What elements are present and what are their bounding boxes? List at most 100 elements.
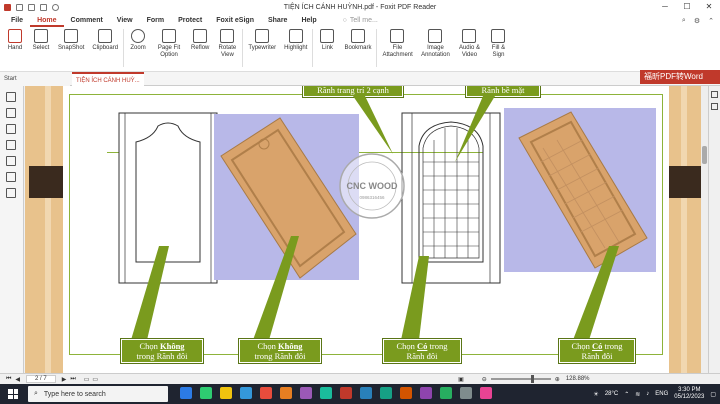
caption-4: Chọn Có trong Rãnh đôi [558,338,636,364]
document-tab-bar: Start TIỆN ÍCH CÁNH HUỲ... [0,72,720,86]
prev-page-icon[interactable]: ◀ [15,376,20,383]
single-page-icon[interactable]: ▭ [84,376,90,383]
task-view-icon[interactable] [180,387,192,399]
attachments-panel-icon[interactable] [6,156,16,166]
clipboard-button[interactable]: Clipboard [92,29,118,52]
first-page-icon[interactable]: ⏮ [6,376,11,383]
hand-button[interactable]: Hand [6,29,24,52]
app-icon-10[interactable] [460,387,472,399]
minimize-button[interactable]: ─ [654,0,676,14]
snapshot-button[interactable]: SnapShot [58,29,84,52]
network-icon[interactable]: ≋ [635,391,640,398]
app-icon-8[interactable] [420,387,432,399]
file-attachment-icon [390,29,405,43]
pages-panel-icon[interactable] [6,108,16,118]
comments-panel-icon[interactable] [6,124,16,134]
volume-icon[interactable]: ♪ [646,391,649,397]
image-annotation-button[interactable]: Image Annotation [420,29,450,59]
security-panel-icon[interactable] [6,172,16,182]
view-mode-icon[interactable]: ▣ [458,376,464,383]
weather-icon[interactable]: ☀ [593,391,598,398]
fill-sign-button[interactable]: Fill & Sign [488,29,508,59]
caption-2: Chọn Không trong Rãnh đôi [238,338,322,364]
tab-start[interactable]: Start [0,72,70,86]
app-icon-2[interactable] [300,387,312,399]
image-annotation-icon [428,29,443,43]
language-indicator[interactable]: ENG [655,391,668,397]
edge-icon[interactable] [200,387,212,399]
collapse-ribbon-icon[interactable]: ⌃ [708,17,714,25]
rotate-view-button[interactable]: Rotate View [217,29,237,59]
wood-dark-band-right [665,166,705,198]
next-page-icon[interactable]: ▶ [62,376,67,383]
search-icon[interactable]: ⌕ [682,17,686,25]
windows-start-icon[interactable] [8,389,18,399]
highlight-button[interactable]: Highlight [284,29,307,52]
menu-home[interactable]: Home [30,14,64,27]
menu-form[interactable]: Form [140,14,172,27]
zoom-level[interactable]: 128.88% [566,376,590,382]
app-icon-9[interactable] [440,387,452,399]
audio-video-button[interactable]: Audio & Video [458,29,480,59]
signature-panel-icon[interactable] [6,188,16,198]
panel-toggle-icon[interactable] [711,91,718,98]
zoom-in-icon[interactable]: ⊕ [555,376,560,383]
file-explorer-icon[interactable] [220,387,232,399]
reflow-icon [193,29,208,43]
page-fit-option-button[interactable]: Page Fit Option [155,29,183,59]
close-button[interactable]: ✕ [698,0,720,14]
app-icon-5[interactable] [360,387,372,399]
settings-icon[interactable]: ⚙ [694,17,700,25]
maximize-button[interactable]: ☐ [676,0,698,14]
document-viewer[interactable]: CNC WOOD 0986316456 Rãnh trang trí 2 cạn… [25,86,708,373]
select-button[interactable]: Select [32,29,50,52]
foxit-taskbar-icon[interactable] [260,387,272,399]
ribbon-toolbar: Hand Select SnapShot Clipboard Zoom Page… [0,27,720,72]
tab-document[interactable]: TIỆN ÍCH CÁNH HUỲ... [72,72,144,86]
vertical-scrollbar[interactable] [701,86,708,373]
store-icon[interactable] [240,387,252,399]
reflow-button[interactable]: Reflow [191,29,209,52]
link-button[interactable]: Link [318,29,336,52]
audio-video-icon [462,29,477,43]
caption-3: Chọn Có trong Rãnh đôi [382,338,462,364]
typewriter-button[interactable]: Typewriter [248,29,276,52]
search-icon: ⌕ [34,390,38,397]
page-number-field[interactable]: 2 / 7 [26,375,56,383]
zoom-button[interactable]: Zoom [129,29,147,52]
notification-icon[interactable]: ▢ [710,391,716,398]
app-icon-1[interactable] [280,387,292,399]
last-page-icon[interactable]: ⏭ [70,376,75,383]
app-icon-11[interactable] [480,387,492,399]
zoom-slider[interactable] [490,375,551,383]
menu-help[interactable]: Help [294,14,323,27]
clock[interactable]: 3:30 PM 05/12/2023 [674,387,704,401]
taskbar-search[interactable]: ⌕ Type here to search [28,386,168,402]
menu-share[interactable]: Share [261,14,294,27]
right-panel [708,86,720,373]
app-icon-3[interactable] [320,387,332,399]
typewriter-icon [255,29,270,43]
zoom-out-icon[interactable]: ⊖ [482,376,487,383]
title-bar: TIỆN ÍCH CÁNH HUỲNH.pdf - Foxit PDF Read… [0,0,720,14]
menu-comment[interactable]: Comment [64,14,110,27]
app-icon-4[interactable] [340,387,352,399]
tell-me-search[interactable]: ○ Tell me... [336,14,385,27]
continuous-page-icon[interactable]: ▭ [92,376,98,383]
weather-temp[interactable]: 28°C [605,391,618,397]
menu-protect[interactable]: Protect [171,14,209,27]
scroll-thumb[interactable] [702,146,707,164]
app-icon-7[interactable] [400,387,412,399]
file-attachment-button[interactable]: File Attachment [382,29,413,59]
properties-icon[interactable] [711,103,718,110]
bookmark-button[interactable]: Bookmark [344,29,371,52]
menu-view[interactable]: View [110,14,140,27]
layers-panel-icon[interactable] [6,140,16,150]
app-icon-6[interactable] [380,387,392,399]
bookmark-panel-icon[interactable] [6,92,16,102]
tray-chevron-icon[interactable]: ⌃ [624,391,629,398]
pdf-page: CNC WOOD 0986316456 Rãnh trang trí 2 cạn… [63,86,669,373]
menu-foxit-esign[interactable]: Foxit eSign [209,14,261,27]
ad-banner[interactable]: 福昕PDF转Word [640,70,720,84]
menu-file[interactable]: File [4,14,30,27]
